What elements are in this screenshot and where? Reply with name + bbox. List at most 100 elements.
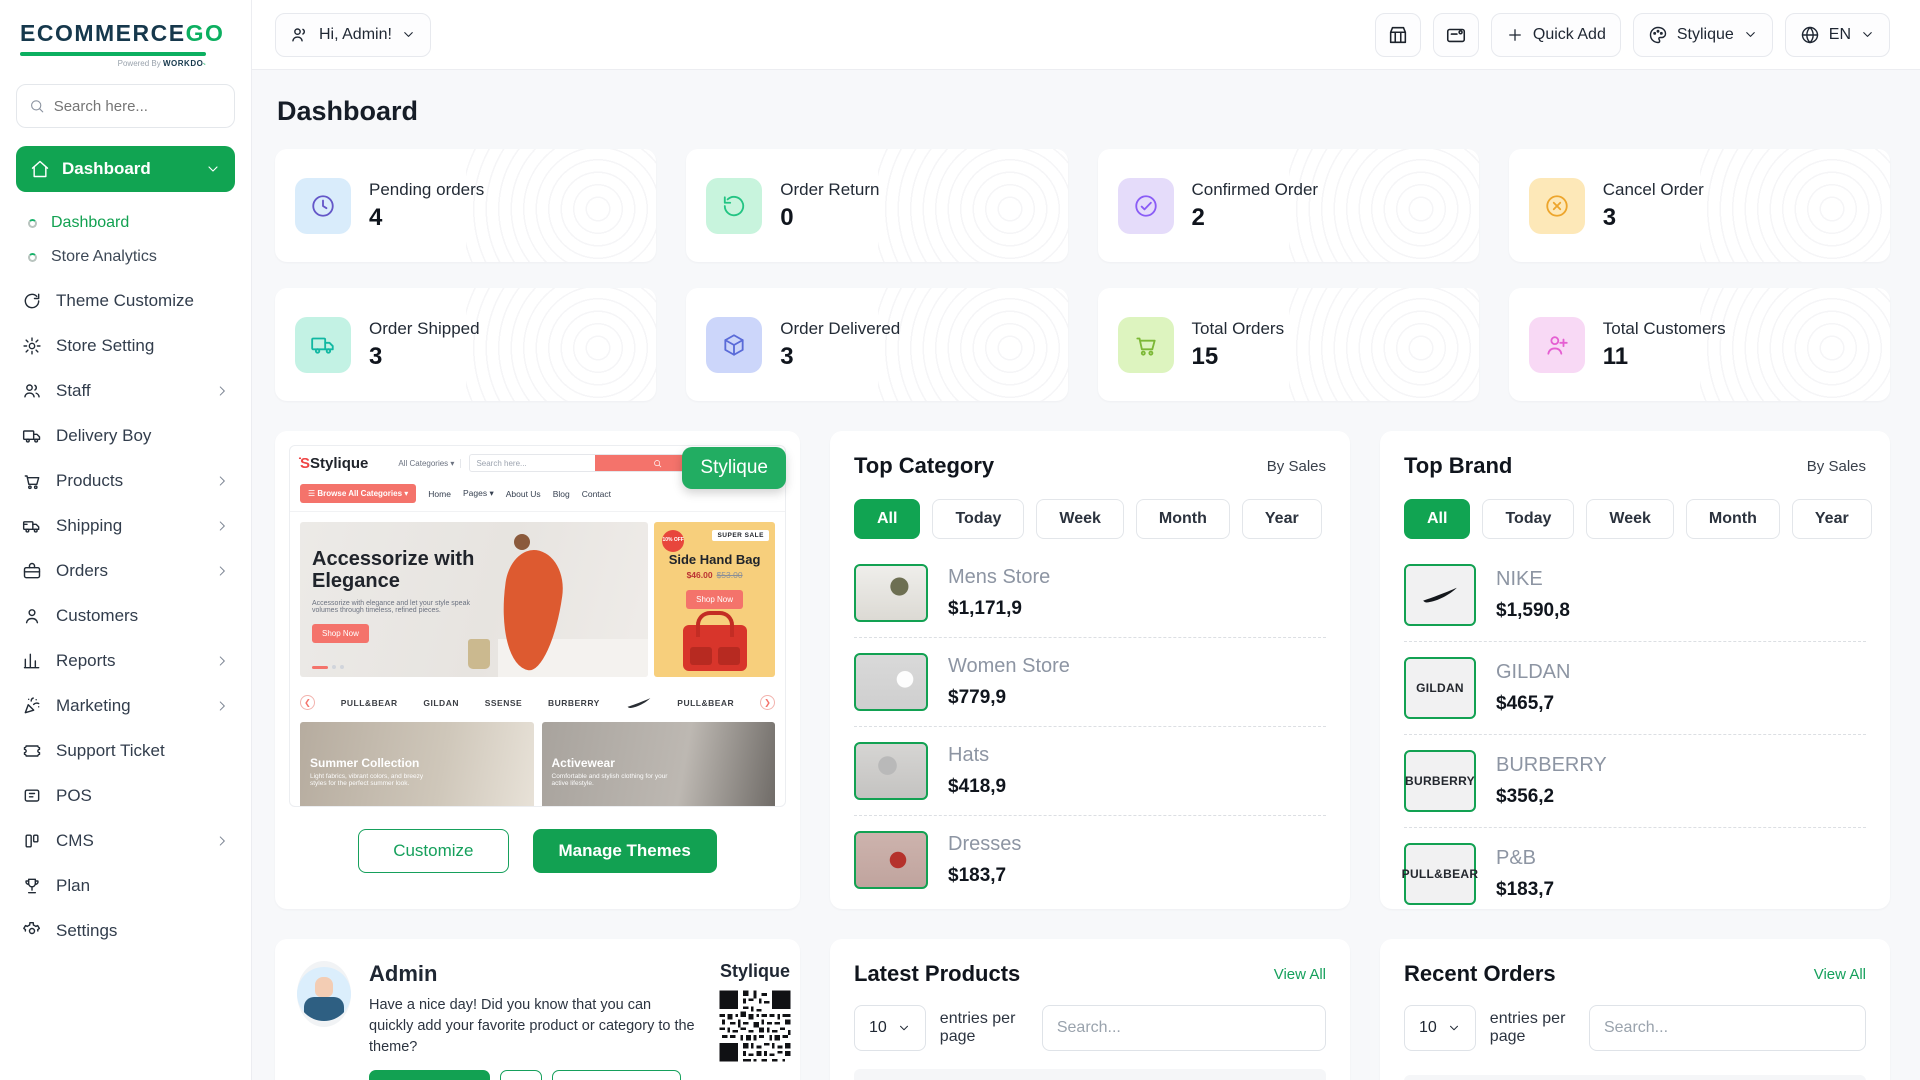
tab-week[interactable]: Week: [1586, 499, 1674, 539]
promo-summer-collection: Summer Collection Light fabrics, vibrant…: [300, 722, 534, 807]
email-templates-button[interactable]: [1433, 13, 1479, 57]
store-setting-icon: [22, 336, 42, 356]
sidebar-menu: Theme Customize Store Setting Staff Deli…: [16, 278, 235, 953]
theme-customize-icon: [22, 291, 42, 311]
avatar: [297, 961, 351, 1027]
theme-switcher-button[interactable]: Stylique: [1633, 13, 1773, 57]
storefront-button[interactable]: [1375, 13, 1421, 57]
chevron-right-icon: [215, 699, 229, 713]
stat-card-order-shipped: Order Shipped3: [275, 288, 656, 401]
column-header-date[interactable]: DATE: [1598, 1075, 1727, 1080]
column-header-price[interactable]: PRICE: [1222, 1069, 1326, 1080]
sidebar-item-marketing[interactable]: Marketing: [16, 683, 235, 728]
sidebar-item-products[interactable]: Products: [16, 458, 235, 503]
sidebar-item-store-setting[interactable]: Store Setting: [16, 323, 235, 368]
column-header-status[interactable]: STATUS: [1727, 1075, 1866, 1080]
logo-underline: [20, 52, 206, 56]
column-header-product[interactable]: PRODUCT: [962, 1069, 1222, 1080]
stat-value: 15: [1192, 343, 1285, 371]
by-sales-label: By Sales: [1807, 458, 1866, 475]
sidebar-item-shipping[interactable]: Shipping: [16, 503, 235, 548]
view-all-link[interactable]: View All: [1274, 966, 1326, 983]
x-circle-icon: [1544, 193, 1570, 219]
table-search-input[interactable]: [1589, 1005, 1866, 1051]
store-logo: ̇SStylique: [300, 455, 368, 472]
stat-value: 3: [780, 343, 900, 371]
sidebar-subitem-store-analytics[interactable]: Store Analytics: [28, 240, 235, 274]
chevron-right-icon: [215, 384, 229, 398]
sidebar-item-staff[interactable]: Staff: [16, 368, 235, 413]
tab-all[interactable]: All: [854, 499, 920, 539]
sidebar-item-orders[interactable]: Orders: [16, 548, 235, 593]
user-menu-button[interactable]: Hi, Admin!: [275, 13, 431, 57]
mail-icon: [1445, 24, 1467, 46]
quick-add-button[interactable]: Quick Add: [1491, 13, 1621, 57]
tab-week[interactable]: Week: [1036, 499, 1124, 539]
cart-icon: [1133, 332, 1159, 358]
brand-carousel: ❮ PULL&BEAR GILDAN SSENSE BURBERRY PULL&…: [290, 687, 785, 720]
column-header-image[interactable]: IMAGE: [854, 1069, 962, 1080]
theme-badge: Stylique: [682, 447, 786, 489]
sidebar-item-theme-customize[interactable]: Theme Customize: [16, 278, 235, 323]
sale-badge: SUPER SALE: [712, 530, 769, 541]
chevron-down-icon: [897, 1021, 911, 1035]
customers-icon: [22, 606, 42, 626]
sidebar-search-input[interactable]: [54, 98, 222, 115]
customize-button[interactable]: Customize: [358, 829, 508, 873]
handbag-graphic: [683, 625, 747, 671]
discount-burst: 10% OFF: [662, 530, 684, 552]
search-icon: [653, 459, 662, 468]
sidebar-active-label: Dashboard: [62, 159, 151, 179]
sidebar-item-cms[interactable]: CMS: [16, 818, 235, 863]
sidebar-subitem-dashboard[interactable]: Dashboard: [28, 206, 235, 240]
stat-card-cancel-order: Cancel Order3: [1509, 149, 1890, 262]
stat-value: 3: [1603, 204, 1704, 232]
truck-icon: [310, 332, 336, 358]
sidebar-search[interactable]: [16, 84, 235, 128]
tab-month[interactable]: Month: [1686, 499, 1780, 539]
quick-add-button[interactable]: Quick Add: [369, 1070, 490, 1080]
app-root: ECOMMERCEGO Powered By WORKDO˞ Dashboard…: [0, 0, 1920, 1080]
support-ticket-icon: [22, 741, 42, 761]
qr-code: [717, 988, 793, 1064]
tab-year[interactable]: Year: [1792, 499, 1872, 539]
tab-year[interactable]: Year: [1242, 499, 1322, 539]
sidebar-item-settings[interactable]: Settings: [16, 908, 235, 953]
tab-all[interactable]: All: [1404, 499, 1470, 539]
sidebar-item-plan[interactable]: Plan: [16, 863, 235, 908]
stat-value: 4: [369, 204, 484, 232]
sidebar-item-customers[interactable]: Customers: [16, 593, 235, 638]
brand-logo-gildan: GILDAN: [1404, 657, 1476, 719]
tab-month[interactable]: Month: [1136, 499, 1230, 539]
category-thumbnail: [854, 831, 928, 889]
table-search-input[interactable]: [1042, 1005, 1326, 1051]
settings-icon: [22, 921, 42, 941]
entries-select[interactable]: 10: [854, 1005, 926, 1051]
card-title: Latest Products: [854, 961, 1020, 987]
manage-themes-button[interactable]: Manage Themes: [533, 829, 717, 873]
entries-label: entries per page: [940, 1010, 1042, 1046]
category-thumbnail: [854, 653, 928, 711]
sidebar-item-dashboard-group[interactable]: Dashboard: [16, 146, 235, 192]
list-item: GILDAN GILDAN$465,7: [1404, 642, 1866, 735]
sidebar-item-support-ticket[interactable]: Support Ticket: [16, 728, 235, 773]
share-button[interactable]: [500, 1070, 542, 1080]
tab-today[interactable]: Today: [1482, 499, 1574, 539]
theme-link-button[interactable]: Theme Link: [552, 1070, 680, 1080]
carousel-prev-icon: ❮: [300, 695, 315, 710]
sidebar-item-reports[interactable]: Reports: [16, 638, 235, 683]
card-title: Top Brand: [1404, 453, 1512, 479]
language-switcher-button[interactable]: EN: [1785, 13, 1890, 57]
entries-select[interactable]: 10: [1404, 1005, 1476, 1051]
top-category-tabs: All Today Week Month Year: [830, 479, 1350, 543]
stats-grid: Pending orders4 Order Return0 Confirmed …: [275, 149, 1890, 401]
tab-today[interactable]: Today: [932, 499, 1024, 539]
bullet-icon: [28, 253, 37, 262]
stat-card-pending-orders: Pending orders4: [275, 149, 656, 262]
products-icon: [22, 471, 42, 491]
column-header-orders[interactable]: ORDERS: [1404, 1075, 1598, 1080]
sidebar-item-pos[interactable]: POS: [16, 773, 235, 818]
view-all-link[interactable]: View All: [1814, 966, 1866, 983]
stat-value: 11: [1603, 343, 1726, 371]
sidebar-item-delivery-boy[interactable]: Delivery Boy: [16, 413, 235, 458]
